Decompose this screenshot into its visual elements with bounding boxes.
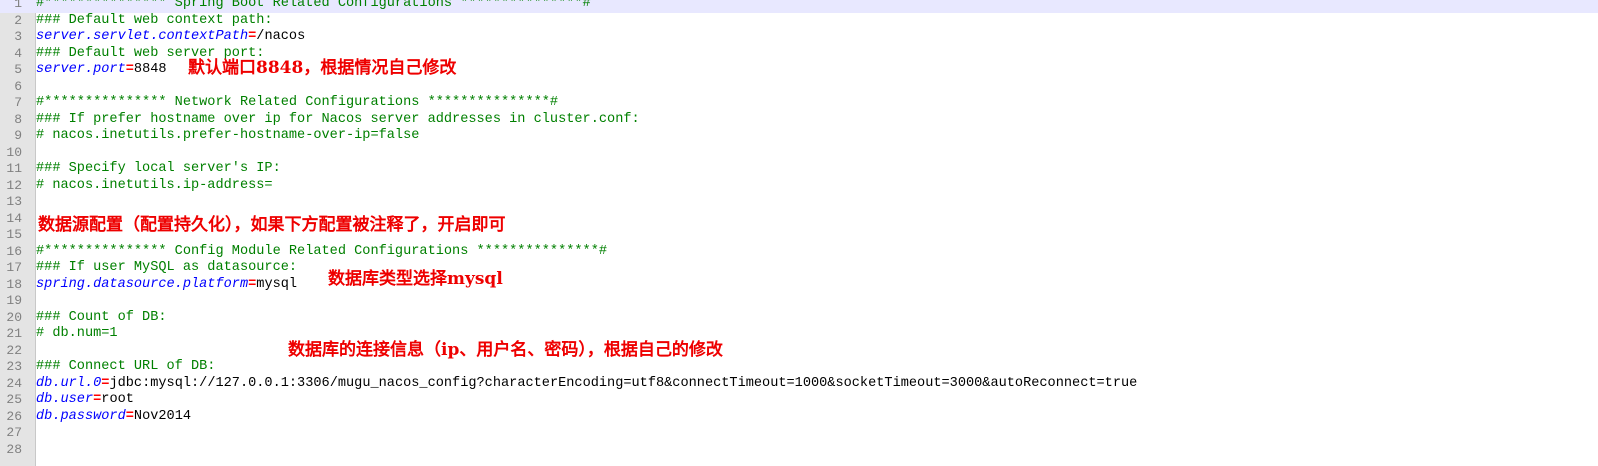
code-line[interactable]: 26 db.password=Nov2014	[0, 409, 1598, 426]
property-value: /nacos	[256, 29, 306, 44]
line-number: 17	[6, 260, 22, 275]
comment-text: # db.num=1	[36, 326, 118, 341]
comment-text: ### If prefer hostname over ip for Nacos…	[36, 111, 640, 127]
line-number: 21	[6, 326, 22, 341]
code-line[interactable]: 6	[0, 79, 1598, 96]
code-editor[interactable]: 1 #*************** Spring Boot Related Co…	[0, 0, 1598, 466]
code-line[interactable]: 21 # db.num=1	[0, 326, 1598, 343]
property-key: db.password	[36, 408, 126, 424]
db-type-annotation: 数据库类型选择mysql	[328, 269, 503, 289]
equals-sign: =	[125, 408, 134, 424]
line-number: 5	[14, 62, 22, 77]
comment-text: ### Specify local server's IP:	[36, 161, 281, 176]
comment-text: #*************** Config Module Related C…	[36, 243, 608, 259]
comment-text: # nacos.inetutils.prefer-hostname-over-i…	[36, 128, 420, 143]
line-number: 27	[6, 425, 22, 440]
code-line[interactable]: 17 ### If user MySQL as datasource:	[0, 260, 1598, 277]
equals-sign: =	[125, 62, 134, 77]
code-line[interactable]: 18 spring.datasource.platform=mysql	[0, 277, 1598, 294]
line-number: 10	[6, 144, 22, 160]
comment-text: #*************** Network Related Configu…	[36, 95, 559, 110]
line-number: 12	[6, 177, 22, 193]
line-number: 25	[6, 392, 22, 407]
property-line: server.servlet.contextPath=/nacos	[36, 29, 305, 46]
code-line[interactable]: 25 db.user=root	[0, 392, 1598, 409]
comment-text: #*************** Spring Boot Related Con…	[36, 0, 591, 11]
property-line: spring.datasource.platform=mysql	[36, 277, 297, 294]
line-number: 16	[6, 243, 22, 259]
comment-text: ### Count of DB:	[36, 309, 167, 325]
code-line[interactable]: 24 db.url.0=jdbc:mysql://127.0.0.1:3306/m…	[0, 376, 1598, 393]
connection-annotation: 数据库的连接信息（ip、用户名、密码），根据自己的修改	[288, 340, 723, 360]
line-number: 8	[14, 111, 22, 127]
datasource-annotation: 数据源配置（配置持久化），如果下方配置被注释了，开启即可	[38, 215, 506, 235]
line-number: 2	[14, 12, 22, 28]
line-number: 20	[6, 309, 22, 325]
line-number: 23	[6, 359, 22, 374]
property-value: jdbc:mysql://127.0.0.1:3306/mugu_nacos_c…	[109, 375, 1138, 391]
code-line[interactable]: 2 ### Default web context path:	[0, 13, 1598, 30]
code-line[interactable]: 22	[0, 343, 1598, 360]
property-value: root	[101, 392, 134, 407]
code-line[interactable]: 20 ### Count of DB:	[0, 310, 1598, 327]
line-number: 11	[6, 161, 22, 176]
code-line[interactable]: 3 server.servlet.contextPath=/nacos	[0, 29, 1598, 46]
line-number: 28	[6, 441, 22, 457]
line-number: 18	[6, 276, 22, 292]
line-number: 19	[6, 293, 22, 308]
port-annotation: 默认端口8848，根据情况自己修改	[188, 58, 457, 78]
property-value: 8848	[133, 62, 167, 77]
line-number: 22	[6, 342, 22, 358]
property-line: db.password=Nov2014	[36, 409, 191, 426]
line-number: 7	[14, 95, 22, 110]
line-number: 6	[14, 78, 22, 94]
line-number: 24	[6, 375, 22, 391]
code-line[interactable]: 13	[0, 194, 1598, 211]
code-line[interactable]: 9 # nacos.inetutils.prefer-hostname-over-…	[0, 128, 1598, 145]
property-key: server.servlet.contextPath	[36, 29, 249, 44]
code-line[interactable]: 7 #*************** Network Related Config…	[0, 95, 1598, 112]
comment-text: ### Connect URL of DB:	[36, 359, 216, 374]
line-number: 9	[14, 128, 22, 143]
code-line[interactable]: 28	[0, 442, 1598, 459]
property-value: mysql	[256, 276, 298, 292]
line-number: 15	[6, 227, 22, 242]
code-line[interactable]: 11 ### Specify local server's IP:	[0, 161, 1598, 178]
comment-text: ### Default web context path:	[36, 12, 273, 28]
property-key: spring.datasource.platform	[36, 276, 249, 292]
code-line[interactable]: 12 # nacos.inetutils.ip-address=	[0, 178, 1598, 195]
code-line[interactable]: 27	[0, 425, 1598, 442]
property-key: db.url.0	[36, 375, 102, 391]
comment-text: ### If user MySQL as datasource:	[36, 260, 298, 275]
line-number: 1	[14, 0, 22, 11]
code-line[interactable]: 10	[0, 145, 1598, 162]
line-number: 14	[6, 210, 22, 226]
code-line[interactable]: 8 ### If prefer hostname over ip for Naco…	[0, 112, 1598, 129]
property-key: db.user	[36, 392, 94, 407]
line-number: 26	[6, 408, 22, 424]
property-key: server.port	[36, 62, 126, 77]
code-line[interactable]: 23 ### Connect URL of DB:	[0, 359, 1598, 376]
line-number: 13	[6, 194, 22, 209]
line-number: 4	[14, 45, 22, 61]
code-line[interactable]: 1 #*************** Spring Boot Related Co…	[0, 0, 1598, 13]
property-line: server.port=8848	[36, 62, 167, 79]
code-line[interactable]: 16 #*************** Config Module Related…	[0, 244, 1598, 261]
property-line: db.url.0=jdbc:mysql://127.0.0.1:3306/mug…	[36, 376, 1137, 393]
comment-text: # nacos.inetutils.ip-address=	[36, 177, 273, 193]
property-value: Nov2014	[133, 408, 192, 424]
line-number: 3	[14, 29, 22, 44]
code-line[interactable]: 19	[0, 293, 1598, 310]
property-line: db.user=root	[36, 392, 134, 409]
